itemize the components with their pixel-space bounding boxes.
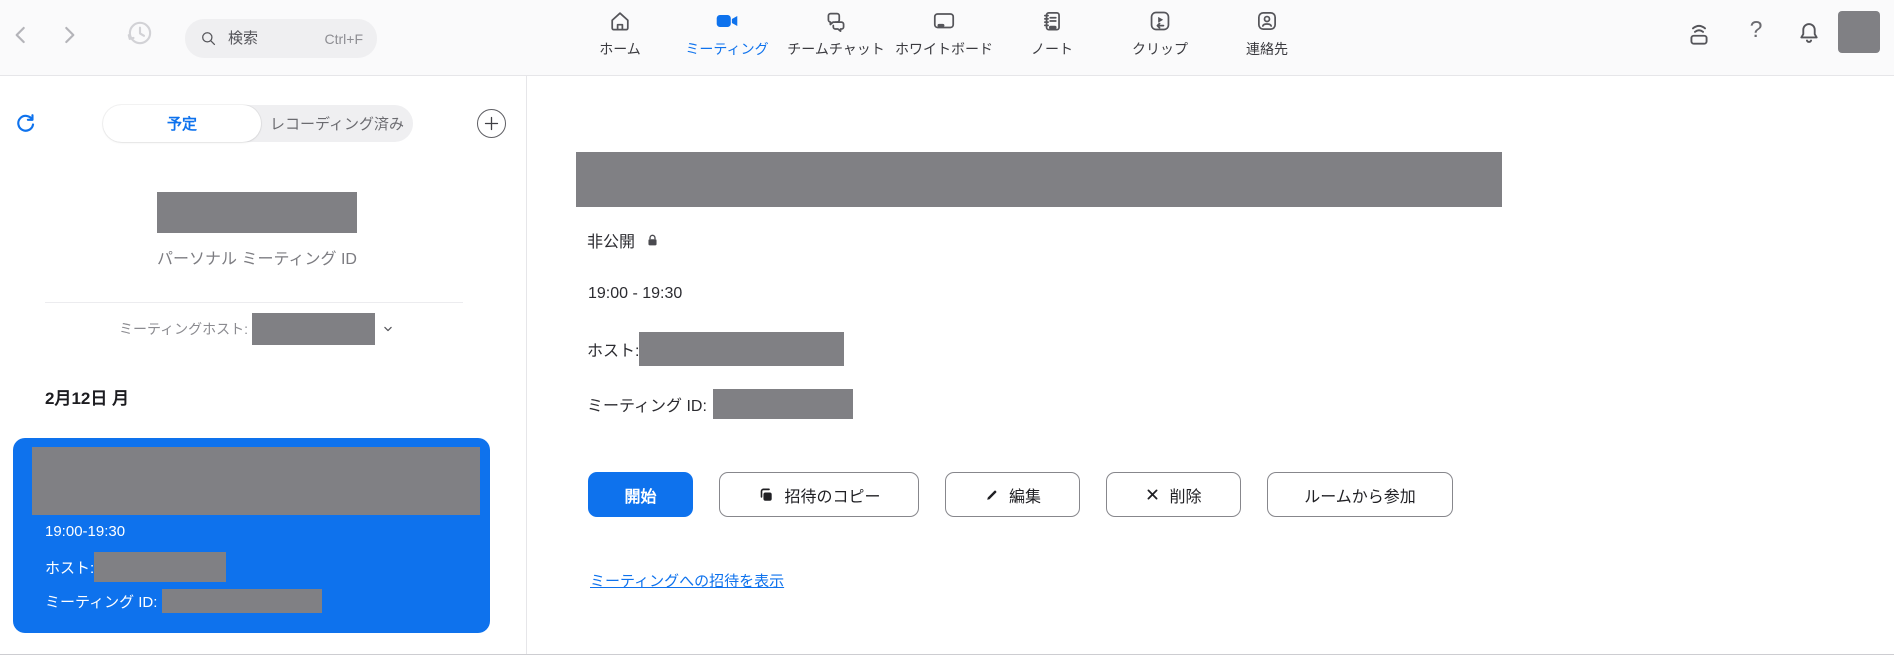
search-shortcut: Ctrl+F [325, 31, 364, 47]
sidebar-segmented-control: 予定 レコーディング済み [103, 105, 413, 142]
meeting-action-buttons: 開始 招待のコピー 編集 削除 ル [588, 472, 1453, 517]
notebook-icon [1039, 8, 1065, 34]
clips-icon [1147, 8, 1173, 34]
delete-label: 削除 [1169, 483, 1201, 507]
edit-button[interactable]: 編集 [945, 472, 1080, 517]
share-to-device-icon[interactable] [1685, 20, 1713, 48]
tab-contacts-label: 連絡先 [1246, 39, 1288, 59]
tab-clips[interactable]: クリップ [1108, 8, 1212, 70]
history-icon[interactable] [124, 17, 156, 49]
meeting-card-host-row: ホスト: [45, 552, 226, 582]
search-box[interactable]: Ctrl+F [185, 19, 377, 58]
forward-icon[interactable] [56, 22, 82, 48]
lock-icon [644, 232, 661, 249]
pencil-icon [984, 487, 1000, 503]
search-icon [199, 29, 218, 48]
tab-contacts[interactable]: 連絡先 [1215, 8, 1319, 70]
delete-button[interactable]: 削除 [1106, 472, 1241, 517]
meeting-host-filter-label: ミーティングホスト: [119, 319, 248, 339]
tab-whiteboard[interactable]: ホワイトボード [892, 8, 996, 70]
tab-notes-label: ノート [1031, 39, 1073, 59]
copy-icon [757, 486, 775, 504]
meetings-sidebar: 予定 レコーディング済み パーソナル ミーティング ID ミーティングホスト: … [0, 76, 527, 655]
meeting-card-host-label: ホスト: [45, 557, 94, 578]
tab-team-chat[interactable]: チームチャット [784, 8, 888, 70]
privacy-row: 非公開 [587, 228, 661, 252]
host-label: ホスト: [587, 337, 639, 361]
redacted-meeting-title [32, 447, 480, 515]
plus-icon [484, 116, 499, 131]
meeting-card-time: 19:00-19:30 [45, 523, 125, 540]
help-icon[interactable]: ? [1744, 16, 1768, 52]
meeting-time-range: 19:00 - 19:30 [588, 285, 682, 303]
notifications-bell-icon[interactable] [1795, 19, 1823, 47]
start-button[interactable]: 開始 [588, 472, 693, 517]
tab-upcoming[interactable]: 予定 [103, 105, 261, 142]
redacted-host-name [94, 552, 226, 582]
tab-whiteboard-label: ホワイトボード [895, 39, 993, 59]
meeting-detail-panel: 非公開 19:00 - 19:30 ホスト: ミーティング ID: 開始 招待の… [527, 76, 1894, 655]
redacted-meeting-title [576, 152, 1502, 207]
tab-recorded[interactable]: レコーディング済み [261, 105, 413, 142]
refresh-icon[interactable] [12, 111, 39, 138]
redacted-meeting-id [162, 589, 322, 613]
tab-team-chat-label: チームチャット [787, 39, 884, 59]
tab-home[interactable]: ホーム [568, 8, 672, 70]
meeting-card-id-label: ミーティング ID: [45, 591, 157, 612]
sidebar-divider [45, 302, 463, 303]
contact-card-icon [1254, 8, 1280, 34]
show-meeting-invitation-link[interactable]: ミーティングへの招待を表示 [590, 570, 784, 591]
meeting-host-filter[interactable]: ミーティングホスト: [0, 313, 514, 345]
meeting-id-row: ミーティング ID: [587, 389, 853, 419]
meeting-list-item-selected[interactable]: 19:00-19:30 ホスト: ミーティング ID: [13, 438, 490, 633]
meeting-id-label: ミーティング ID: [587, 392, 707, 416]
redacted-host-name [252, 313, 375, 345]
x-icon [1145, 487, 1160, 502]
meeting-host-row: ホスト: [587, 332, 844, 366]
personal-meeting-id-label: パーソナル ミーティング ID [0, 245, 514, 269]
avatar[interactable] [1838, 11, 1880, 53]
home-icon [607, 8, 633, 34]
search-input[interactable] [226, 29, 317, 48]
chat-bubbles-icon [823, 8, 849, 34]
tab-home-label: ホーム [599, 39, 641, 59]
copy-invitation-label: 招待のコピー [784, 483, 880, 507]
chevron-down-icon[interactable] [381, 322, 395, 336]
tab-meetings[interactable]: ミーティング [675, 8, 779, 70]
join-from-room-label: ルームから参加 [1304, 483, 1416, 507]
tab-notes[interactable]: ノート [1000, 8, 1104, 70]
whiteboard-icon [931, 8, 957, 34]
video-camera-icon [714, 8, 740, 34]
redacted-personal-meeting-name[interactable] [157, 192, 357, 233]
date-header: 2月12日 月 [45, 384, 129, 409]
tab-meetings-label: ミーティング [685, 39, 768, 59]
top-bar: Ctrl+F ホーム ミーティング チームチャット [0, 0, 1894, 76]
meeting-card-id-row: ミーティング ID: [45, 589, 322, 613]
tab-clips-label: クリップ [1132, 39, 1188, 59]
redacted-host-name [639, 332, 844, 366]
privacy-label: 非公開 [587, 228, 635, 252]
add-meeting-button[interactable] [477, 109, 506, 138]
copy-invitation-button[interactable]: 招待のコピー [719, 472, 919, 517]
join-from-room-button[interactable]: ルームから参加 [1267, 472, 1453, 517]
back-icon[interactable] [8, 22, 34, 48]
redacted-meeting-id [713, 389, 853, 419]
edit-label: 編集 [1009, 483, 1041, 507]
